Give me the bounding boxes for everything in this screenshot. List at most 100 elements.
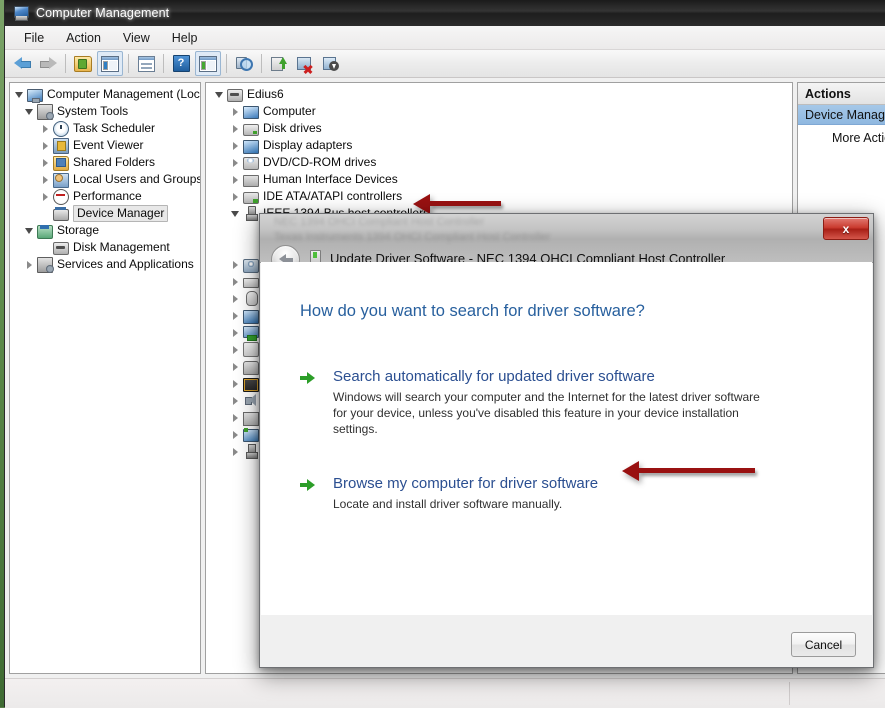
- computer-node-icon: [227, 87, 243, 102]
- device-category-computer[interactable]: Computer: [206, 103, 792, 120]
- device-category-disk-drives[interactable]: Disk drives: [206, 120, 792, 137]
- sidebar-item-event-viewer[interactable]: Event Viewer: [10, 137, 200, 154]
- device-category-human-interface-devices[interactable]: Human Interface Devices: [206, 171, 792, 188]
- help-button[interactable]: ?: [169, 52, 193, 75]
- expander-icon[interactable]: [230, 259, 241, 270]
- expander-icon[interactable]: [24, 259, 35, 270]
- menu-action[interactable]: Action: [55, 28, 112, 48]
- mouse-icon: [243, 291, 259, 306]
- ide-controller-icon: [243, 189, 259, 204]
- sidebar-item-performance[interactable]: Performance: [10, 188, 200, 205]
- other-device-icon: [243, 342, 259, 357]
- dialog-titlebar: NEC 1394 OHCI Compliant Host Controller …: [260, 214, 873, 274]
- expander-icon[interactable]: [230, 327, 241, 338]
- uninstall-device-button[interactable]: [293, 52, 317, 75]
- device-tree-root[interactable]: Edius6: [206, 86, 792, 103]
- dialog-content: How do you want to search for driver sof…: [261, 262, 872, 616]
- toolbar-separator: [163, 54, 164, 73]
- expander-icon[interactable]: [230, 446, 241, 457]
- expander-icon[interactable]: [14, 89, 25, 100]
- performance-icon: [53, 189, 69, 205]
- tree-item-computer-management[interactable]: Computer Management (Local): [10, 86, 200, 103]
- close-button[interactable]: x: [823, 217, 869, 240]
- expander-icon[interactable]: [214, 89, 225, 100]
- help-icon: ?: [172, 55, 190, 72]
- tree-item-label: Human Interface Devices: [263, 172, 398, 186]
- expander-icon[interactable]: [40, 191, 51, 202]
- menu-file[interactable]: File: [13, 28, 55, 48]
- expander-icon[interactable]: [230, 378, 241, 389]
- show-hide-action-pane-button[interactable]: [195, 51, 221, 76]
- expander-icon[interactable]: [230, 174, 241, 185]
- option-title[interactable]: Search automatically for updated driver …: [333, 367, 800, 387]
- scan-for-hardware-changes-button[interactable]: [232, 52, 256, 75]
- tree-item-label: Shared Folders: [73, 155, 156, 169]
- sidebar-item-local-users-and-groups[interactable]: Local Users and Groups: [10, 171, 200, 188]
- obscured-device-text: NEC 1394 OHCI Compliant Host Controller: [274, 216, 485, 228]
- cancel-button[interactable]: Cancel: [791, 632, 856, 657]
- expander-icon[interactable]: [230, 412, 241, 423]
- expander-icon[interactable]: [230, 429, 241, 440]
- sidebar-item-device-manager[interactable]: Device Manager: [10, 205, 200, 222]
- sidebar-item-storage[interactable]: Storage: [10, 222, 200, 239]
- disable-device-button[interactable]: [319, 52, 343, 75]
- device-category-ide-ata-atapi-controllers[interactable]: IDE ATA/ATAPI controllers: [206, 188, 792, 205]
- expander-icon[interactable]: [230, 276, 241, 287]
- actions-scope-device-manager[interactable]: Device Manage: [798, 105, 885, 125]
- expander-icon[interactable]: [40, 140, 51, 151]
- tree-item-label: Task Scheduler: [73, 121, 156, 135]
- scan-hardware-icon: [235, 56, 253, 71]
- device-category-dvd-cdrom-drives[interactable]: DVD/CD-ROM drives: [206, 154, 792, 171]
- expander-icon[interactable]: [40, 157, 51, 168]
- expander-icon[interactable]: [230, 361, 241, 372]
- option-browse-my-computer[interactable]: Browse my computer for driver software L…: [300, 474, 800, 512]
- update-driver-software-button[interactable]: [267, 52, 291, 75]
- option-title[interactable]: Browse my computer for driver software: [333, 474, 800, 494]
- expander-icon: [40, 242, 51, 253]
- expander-icon: [40, 208, 51, 219]
- expander-icon[interactable]: [230, 344, 241, 355]
- expander-icon[interactable]: [230, 157, 241, 168]
- expander-icon[interactable]: [230, 293, 241, 304]
- sidebar-item-system-tools[interactable]: System Tools: [10, 103, 200, 120]
- toolbar: ?: [5, 50, 885, 78]
- disk-management-icon: [53, 240, 69, 255]
- users-icon: [53, 172, 69, 188]
- device-category-display-adapters[interactable]: Display adapters: [206, 137, 792, 154]
- show-hide-console-tree-button[interactable]: [97, 51, 123, 76]
- option-search-automatically[interactable]: Search automatically for updated driver …: [300, 367, 800, 437]
- sidebar-item-shared-folders[interactable]: Shared Folders: [10, 154, 200, 171]
- menu-view[interactable]: View: [112, 28, 161, 48]
- expander-icon[interactable]: [40, 123, 51, 134]
- tree-item-label: Computer Management (Local): [47, 87, 201, 101]
- uninstall-device-icon: [297, 56, 313, 75]
- device-manager-icon: [53, 206, 69, 221]
- properties-button[interactable]: [134, 52, 158, 75]
- console-tree-pane[interactable]: Computer Management (Local) System Tools…: [9, 82, 201, 674]
- up-folder-button[interactable]: [71, 52, 95, 75]
- expander-icon[interactable]: [230, 395, 241, 406]
- shared-folders-icon: [53, 155, 69, 171]
- back-arrow-icon: [13, 57, 31, 70]
- computer-icon: [27, 87, 43, 102]
- imaging-device-icon: [243, 257, 259, 273]
- expander-icon[interactable]: [40, 174, 51, 185]
- forward-button[interactable]: [36, 52, 60, 75]
- expander-icon[interactable]: [24, 225, 35, 236]
- expander-icon[interactable]: [230, 208, 241, 219]
- status-bar-divider: [789, 682, 790, 705]
- back-button[interactable]: [10, 52, 34, 75]
- expander-icon[interactable]: [230, 106, 241, 117]
- expander-icon: [246, 225, 257, 236]
- sidebar-item-services-and-applications[interactable]: Services and Applications: [10, 256, 200, 273]
- tree-item-label: Disk Management: [73, 240, 170, 254]
- menu-help[interactable]: Help: [161, 28, 209, 48]
- more-actions-item[interactable]: More Actio: [798, 125, 885, 145]
- expander-icon[interactable]: [230, 191, 241, 202]
- sidebar-item-disk-management[interactable]: Disk Management: [10, 239, 200, 256]
- expander-icon[interactable]: [230, 123, 241, 134]
- expander-icon[interactable]: [230, 140, 241, 151]
- expander-icon[interactable]: [24, 106, 35, 117]
- sidebar-item-task-scheduler[interactable]: Task Scheduler: [10, 120, 200, 137]
- expander-icon[interactable]: [230, 310, 241, 321]
